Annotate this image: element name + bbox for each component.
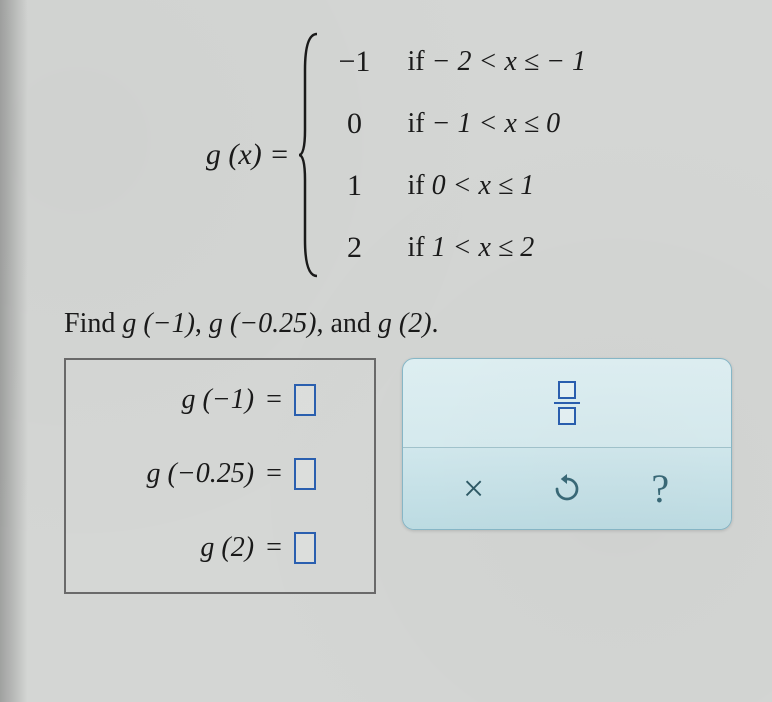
instruction-text: Find g (−1), g (−0.25), and g (2). (64, 308, 732, 340)
instruction-g3: g (2) (378, 308, 432, 339)
case-value: 1 (329, 169, 379, 203)
piecewise-definition: g (x) = −1 if − 2 < x ≤ − 1 0 if − 1 < x… (60, 30, 732, 280)
fraction-tool-button[interactable] (544, 375, 590, 431)
clear-button[interactable]: × (450, 465, 498, 513)
case-value: 2 (329, 231, 379, 265)
case-condition: if − 1 < x ≤ 0 (407, 108, 560, 140)
instruction-sep: , (195, 308, 209, 339)
case-row: 1 if 0 < x ≤ 1 (329, 169, 586, 203)
case-row: 0 if − 1 < x ≤ 0 (329, 107, 586, 141)
tool-panel-bottom: × ? (403, 447, 731, 529)
brace (299, 30, 319, 280)
answer-input[interactable] (294, 532, 316, 564)
answer-label: g (−0.25) (147, 458, 255, 490)
case-row: −1 if − 2 < x ≤ − 1 (329, 45, 586, 79)
question-icon: ? (651, 465, 669, 512)
bottom-area: g (−1) = g (−0.25) = g (2) = (60, 358, 732, 594)
brace-icon (299, 30, 321, 280)
answer-label: g (2) (200, 532, 254, 564)
answer-input[interactable] (294, 384, 316, 416)
case-condition: if 1 < x ≤ 2 (407, 232, 534, 264)
case-condition: if 0 < x ≤ 1 (407, 170, 534, 202)
fraction-denominator-icon (558, 407, 576, 425)
tool-panel-top (403, 359, 731, 447)
function-lhs: g (x) = (206, 138, 290, 172)
instruction-prefix: Find (64, 308, 122, 339)
reset-button[interactable] (543, 465, 591, 513)
equals-sign: = (266, 458, 282, 490)
cases-list: −1 if − 2 < x ≤ − 1 0 if − 1 < x ≤ 0 1 i… (329, 45, 586, 265)
instruction-g1: g (−1) (122, 308, 195, 339)
answer-row: g (2) = (84, 532, 356, 564)
answer-row: g (−0.25) = (84, 458, 356, 490)
help-button[interactable]: ? (636, 465, 684, 513)
case-value: 0 (329, 107, 379, 141)
answer-panel: g (−1) = g (−0.25) = g (2) = (64, 358, 376, 594)
x-icon: × (463, 467, 484, 511)
equals-sign: = (266, 384, 282, 416)
answer-input[interactable] (294, 458, 316, 490)
instruction-g2: g (−0.25) (209, 308, 317, 339)
answer-label: g (−1) (182, 384, 255, 416)
instruction-suffix: . (432, 308, 439, 339)
equals-sign: = (266, 532, 282, 564)
fraction-bar-icon (554, 402, 580, 404)
problem-content: g (x) = −1 if − 2 < x ≤ − 1 0 if − 1 < x… (0, 0, 772, 624)
case-row: 2 if 1 < x ≤ 2 (329, 231, 586, 265)
reset-icon (552, 474, 582, 504)
case-value: −1 (329, 45, 379, 79)
answer-row: g (−1) = (84, 384, 356, 416)
tool-panel: × ? (402, 358, 732, 530)
case-condition: if − 2 < x ≤ − 1 (407, 46, 586, 78)
instruction-sep: , and (316, 308, 377, 339)
fraction-numerator-icon (558, 381, 576, 399)
